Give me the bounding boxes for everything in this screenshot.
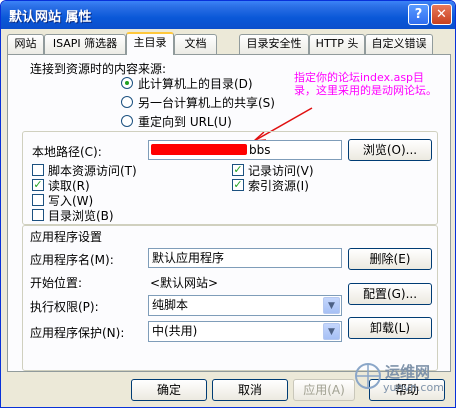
redaction-mark [151,144,247,155]
tab-isapi-filters[interactable]: ISAPI 筛选器 [44,34,126,54]
annotation-text: 指定你的论坛index.asp目录，这里采用的是动网论坛。 [294,71,437,97]
start-position-label: 开始位置: [30,276,83,290]
tab-home-directory[interactable]: 主目录 [126,32,174,55]
checkbox-directory-browsing[interactable] [32,209,44,221]
unload-button[interactable]: 卸载(L) [348,317,432,339]
tab-custom-errors[interactable]: 自定义错误 [365,34,433,54]
tab-http-headers[interactable]: HTTP 头 [309,34,365,54]
radio-redirect-url-label: 重定向到 URL(U) [138,115,232,129]
window-title: 默认网站 属性 [9,10,92,25]
exec-permissions-label: 执行权限(P): [30,300,99,314]
browse-button[interactable]: 浏览(O)... [348,139,432,161]
checkbox-index-resource[interactable]: ✓ [232,179,244,191]
close-icon[interactable]: ✕ [431,4,452,25]
index-resource-label: 索引资源(I) [248,179,309,193]
help-icon[interactable]: ? [408,4,429,25]
checkbox-script-source-access[interactable] [32,164,44,176]
local-path-label: 本地路径(C): [32,145,102,159]
properties-window: 默认网站 属性 ? ✕ 网站 ISAPI 筛选器 主目录 文档 目录安全性 HT… [0,0,456,408]
checkbox-log-visits[interactable]: ✓ [232,164,244,176]
exec-permissions-select[interactable]: 纯脚本 ▼ [148,295,342,316]
home-directory-panel: 连接到资源时的内容来源: 此计算机上的目录(D) 另一台计算机上的共享(S) 重… [7,54,451,372]
app-name-label: 应用程序名(M): [30,253,114,267]
configure-button[interactable]: 配置(G)... [348,283,432,305]
tab-directory-security[interactable]: 目录安全性 [239,34,309,54]
ok-button[interactable]: 确定 [131,379,207,401]
tab-website[interactable]: 网站 [7,34,44,54]
cancel-button[interactable]: 取消 [212,379,288,401]
app-protection-value: 中(共用) [152,324,198,338]
chevron-down-icon[interactable]: ▼ [323,323,340,340]
remove-button[interactable]: 删除(E) [348,248,432,270]
apply-button[interactable]: 应用(A) [293,379,355,401]
watermark-logo: 运维网 yunvn.com [353,357,453,405]
radio-local-directory[interactable] [121,77,133,89]
app-settings-heading: 应用程序设置 [30,230,103,244]
app-protection-label: 应用程序保护(N): [30,326,125,340]
directory-browsing-label: 目录浏览(B) [48,209,114,223]
local-path-value: bbs [249,143,271,157]
app-name-input[interactable]: 默认应用程序 [148,248,342,268]
checkbox-read[interactable]: ✓ [32,179,44,191]
radio-local-directory-label: 此计算机上的目录(D) [138,77,253,91]
start-position-value: <默认网站> [150,276,219,290]
chevron-down-icon[interactable]: ▼ [323,297,340,314]
watermark-globe-icon [355,363,381,389]
checkbox-write[interactable] [32,194,44,206]
radio-network-share[interactable] [121,96,133,108]
title-bar[interactable]: 默认网站 属性 ? ✕ [1,1,455,29]
exec-permissions-value: 纯脚本 [152,298,189,312]
watermark-line2: yunvn.com [383,381,444,394]
tab-documents[interactable]: 文档 [174,34,217,54]
watermark-line1: 运维网 [385,363,431,381]
radio-redirect-url[interactable] [121,115,133,127]
app-protection-select[interactable]: 中(共用) ▼ [148,321,342,342]
